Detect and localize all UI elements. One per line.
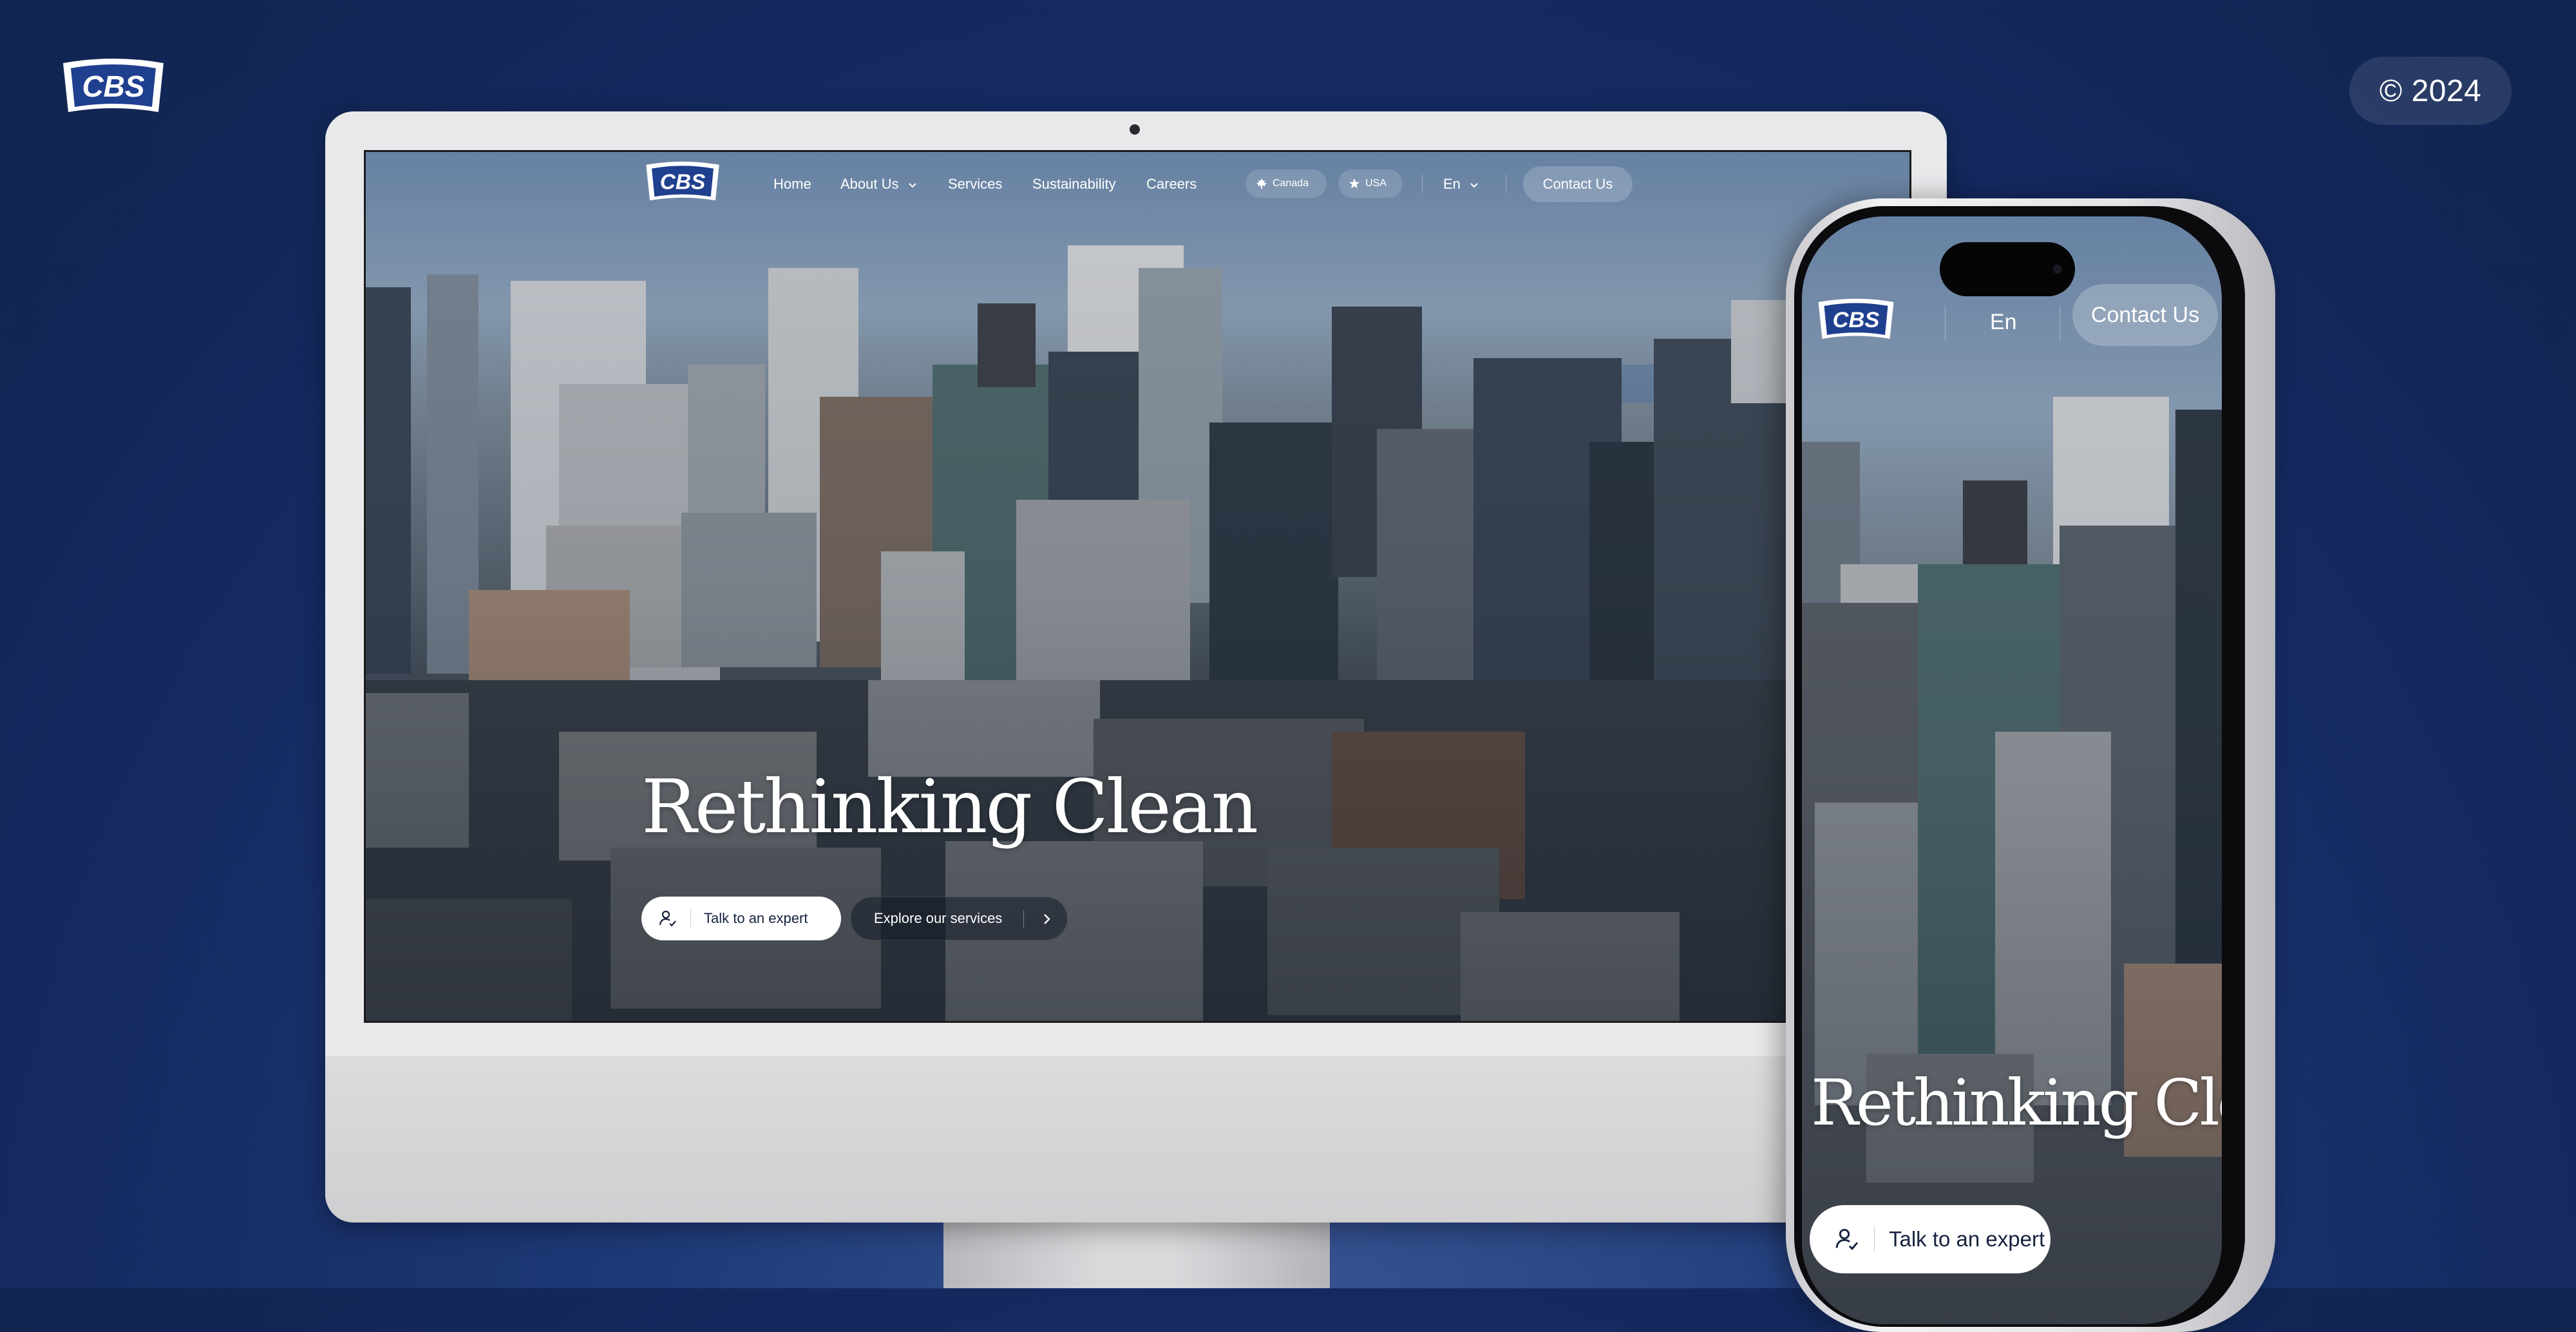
cbs-logo-icon: CBS: [1818, 298, 1894, 339]
hero-title: Rethinking Clean: [641, 764, 1258, 850]
language-selector[interactable]: En: [1443, 176, 1479, 193]
corner-logo: CBS: [57, 55, 170, 122]
nav-home[interactable]: Home: [773, 176, 811, 193]
mobile-talk-to-expert-button[interactable]: Talk to an expert: [1810, 1205, 2050, 1273]
mobile-header-logo[interactable]: CBS: [1814, 295, 1899, 348]
svg-text:CBS: CBS: [660, 171, 706, 195]
mobile-language-selector[interactable]: En: [1990, 310, 2017, 335]
nav-careers[interactable]: Careers: [1146, 176, 1197, 193]
copyright-badge: © 2024: [2349, 57, 2512, 125]
contact-us-button[interactable]: Contact Us: [1523, 166, 1633, 202]
nav-services[interactable]: Services: [948, 176, 1002, 193]
cbs-logo-icon: CBS: [646, 161, 719, 201]
nav-sustainability[interactable]: Sustainability: [1032, 176, 1116, 193]
cbs-logo-icon: CBS: [63, 59, 164, 112]
user-check-icon: [1835, 1228, 1859, 1250]
maple-leaf-icon: [1256, 178, 1267, 189]
explore-services-button[interactable]: Explore our services: [850, 897, 1068, 940]
monitor-stand: [943, 1223, 1330, 1288]
chevron-right-icon: [1044, 914, 1050, 924]
nav-about-us[interactable]: About Us: [840, 176, 917, 193]
desktop-website-screen: CBS Home About Us Services Sustainabilit…: [364, 150, 1911, 1023]
chevron-down-icon: [1470, 183, 1478, 188]
mobile-hero-title: Rethinking Clean: [1811, 1067, 2222, 1140]
region-usa[interactable]: USA: [1338, 169, 1403, 198]
mobile-website-screen: CBS En Contact Us Rethinking Clean Talk …: [1802, 216, 2222, 1324]
svg-text:CBS: CBS: [1833, 308, 1880, 332]
star-icon: [1349, 178, 1359, 189]
monitor-chin: [325, 1056, 1947, 1223]
talk-to-expert-button[interactable]: Talk to an expert: [641, 897, 841, 940]
monitor-camera: [1130, 124, 1140, 135]
user-check-icon: [659, 910, 676, 927]
mobile-contact-us-button[interactable]: Contact Us: [2072, 284, 2218, 346]
svg-text:CBS: CBS: [82, 70, 144, 103]
region-canada[interactable]: Canada: [1245, 169, 1327, 198]
phone-camera: [2053, 265, 2062, 274]
chevron-down-icon: [908, 183, 916, 188]
header-logo[interactable]: CBS: [641, 158, 724, 209]
site-header: CBS Home About Us Services Sustainabilit…: [366, 152, 1909, 214]
